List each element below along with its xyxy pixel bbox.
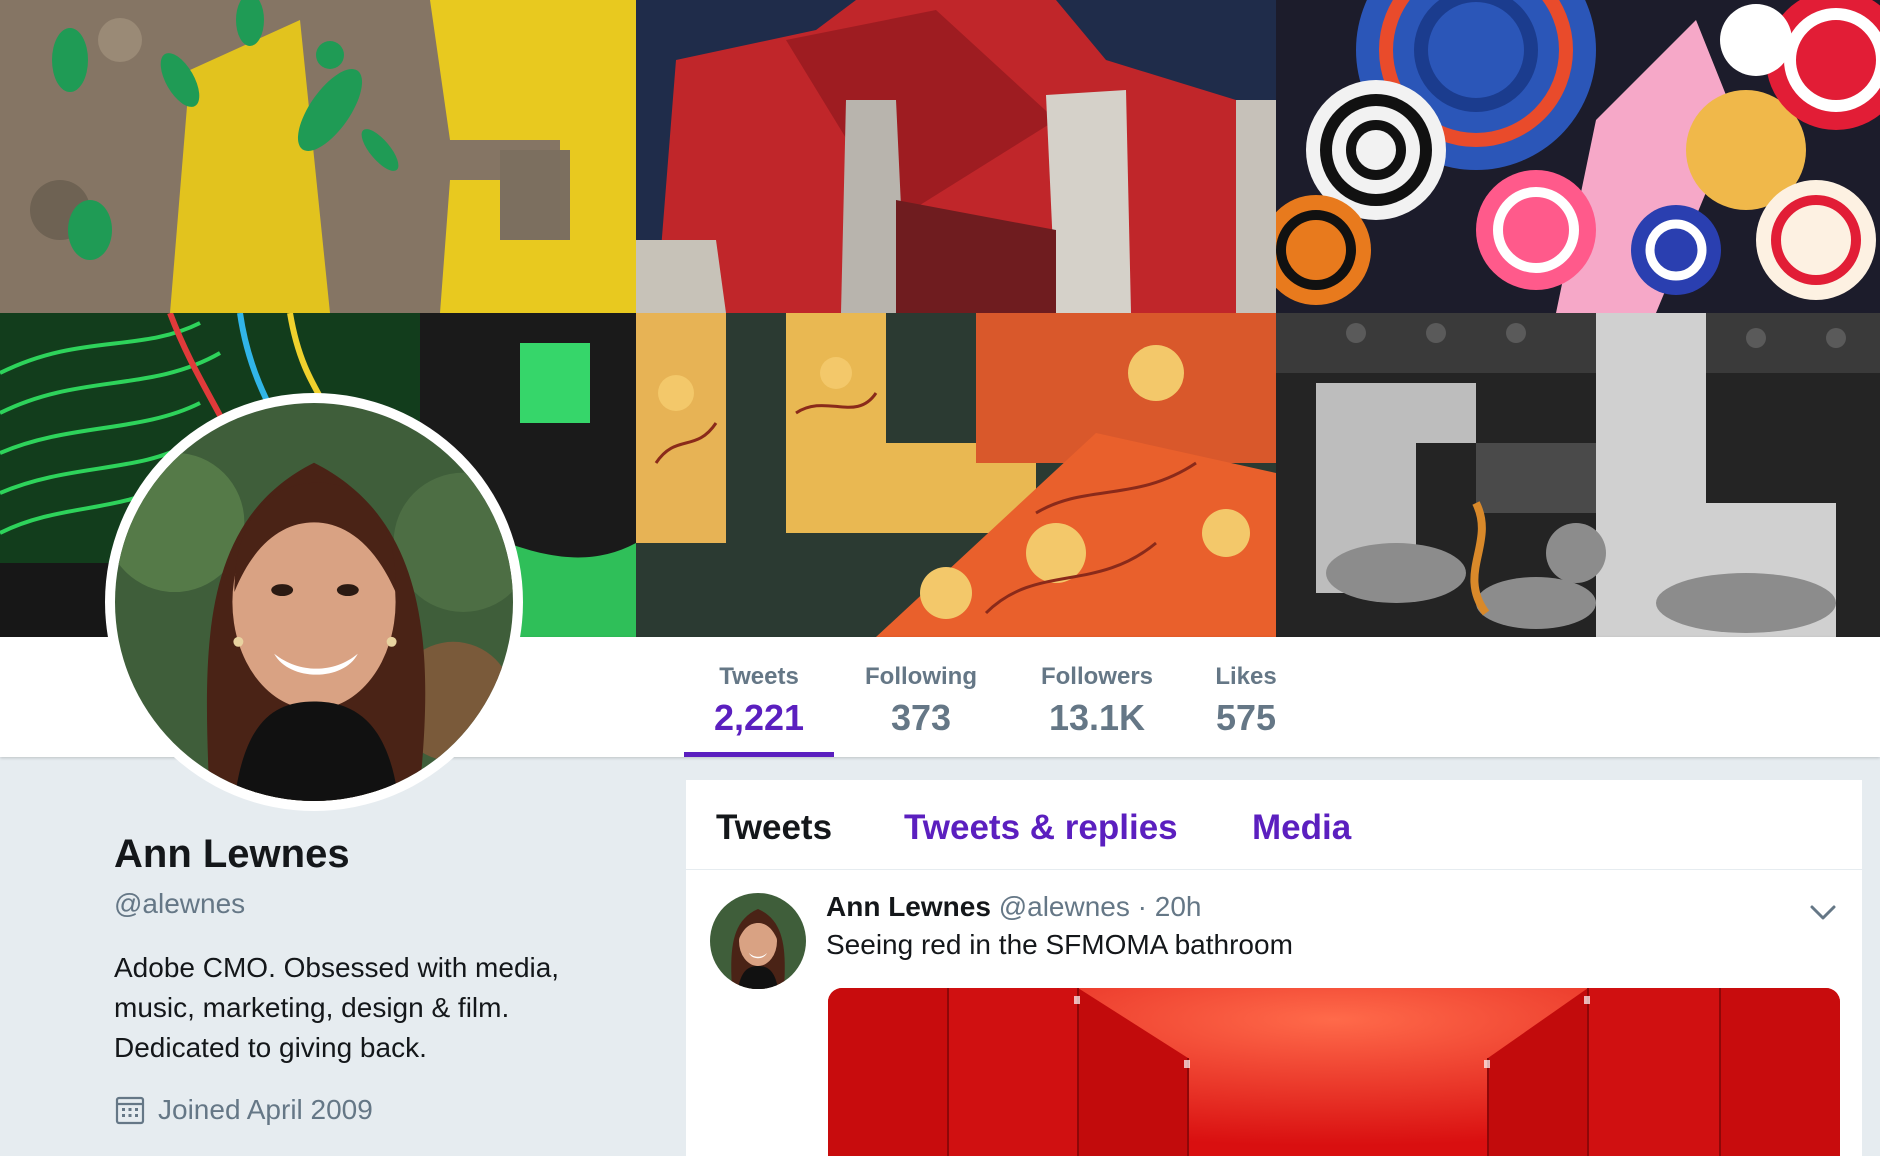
timeline: Tweets Tweets & replies Media Ann Lewnes… [686,780,1862,1156]
joined-text: Joined April 2009 [158,1094,373,1125]
tweet-media-image[interactable] [828,988,1840,1156]
tweet-author-name[interactable]: Ann Lewnes [826,891,991,922]
tweet-avatar-photo [710,893,806,989]
avatar-photo [115,403,513,801]
tweet-text: Seeing red in the SFMOMA bathroom [826,929,1293,960]
stat-following-label: Following [865,663,977,690]
tweet-avatar[interactable] [710,893,806,989]
stat-followers[interactable]: Followers 13.1K [1030,637,1164,757]
banner-tile-doodle [636,313,1276,637]
chevron-down-icon[interactable] [1806,895,1840,929]
stat-tweets-label: Tweets [719,663,799,690]
stat-likes[interactable]: Likes 575 [1200,637,1292,757]
tweet-item[interactable]: Ann Lewnes @alewnes · 20h Seeing red in … [686,871,1862,1156]
tab-tweets-and-replies[interactable]: Tweets & replies [904,808,1178,848]
stat-likes-value: 575 [1215,697,1277,738]
calendar-icon [115,1096,145,1125]
profile-handle[interactable]: @alewnes [114,888,245,920]
stat-tweets-value: 2,221 [713,697,805,738]
tab-media[interactable]: Media [1252,808,1351,848]
stat-likes-label: Likes [1215,663,1277,690]
banner-tile-op-art [1276,0,1880,313]
tab-tweets[interactable]: Tweets [716,808,832,848]
profile-avatar[interactable] [105,393,523,811]
banner-tile-engraving [1276,313,1880,637]
timeline-tabs: Tweets Tweets & replies Media [686,780,1862,870]
profile-bio: Adobe CMO. Obsessed with media, music, m… [114,952,560,1063]
stat-following-value: 373 [890,697,952,738]
tweet-header: Ann Lewnes @alewnes · 20h [826,891,1201,923]
stat-tweets[interactable]: Tweets 2,221 [684,637,834,757]
tweet-photo-red-bathroom [828,988,1840,1156]
joined-date: Joined April 2009 [114,1094,373,1126]
stat-followers-value: 13.1K [1048,697,1146,738]
tweet-author-handle[interactable]: @alewnes [999,891,1130,922]
banner-tile-toy-soldiers [0,0,636,313]
tweet-timestamp[interactable]: 20h [1155,891,1202,922]
stat-followers-label: Followers [1040,663,1154,690]
tweet-separator: · [1137,891,1147,922]
stat-following[interactable]: Following 373 [856,637,986,757]
banner-tile-red-paper [636,0,1276,313]
profile-name[interactable]: Ann Lewnes [114,832,350,877]
